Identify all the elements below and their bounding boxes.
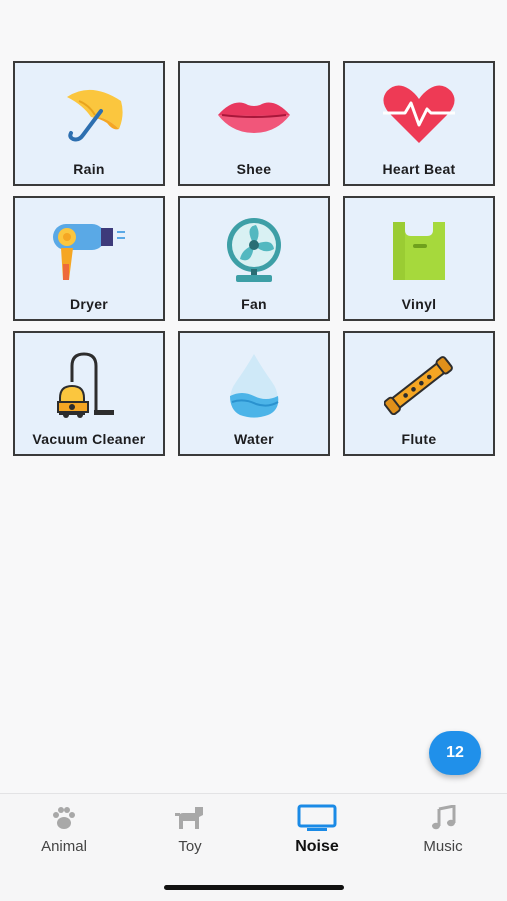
music-note-icon (393, 804, 493, 832)
toy-dog-icon (140, 804, 240, 832)
sound-tile-fan[interactable]: Fan (178, 196, 330, 321)
sound-tile-shee[interactable]: Shee (178, 61, 330, 186)
sound-tile-water[interactable]: Water (178, 331, 330, 456)
tab-music[interactable]: Music (393, 804, 493, 864)
home-indicator (164, 885, 344, 890)
tv-icon (267, 804, 367, 832)
sound-grid: Rain Shee Heart Beat Dryer Fan Vinyl Vac… (13, 61, 495, 456)
count-badge-label: 12 (446, 744, 464, 761)
sound-label: Flute (401, 431, 437, 447)
plastic-bag-icon (377, 216, 461, 284)
sound-tile-flute[interactable]: Flute (343, 331, 495, 456)
sound-label: Rain (73, 161, 105, 177)
heartbeat-icon (377, 81, 461, 149)
sound-label: Fan (241, 296, 267, 312)
sound-label: Water (234, 431, 274, 447)
umbrella-icon (47, 81, 131, 149)
sound-tile-rain[interactable]: Rain (13, 61, 165, 186)
tab-toy[interactable]: Toy (140, 804, 240, 864)
tab-animal[interactable]: Animal (14, 804, 114, 864)
count-badge-button[interactable]: 12 (429, 731, 481, 775)
flute-icon (377, 351, 461, 419)
sound-label: Vinyl (401, 296, 437, 312)
lips-icon (212, 81, 296, 149)
sound-tile-dryer[interactable]: Dryer (13, 196, 165, 321)
water-drop-icon (212, 351, 296, 419)
tab-label: Noise (295, 838, 339, 855)
tab-label: Animal (41, 838, 87, 855)
tab-label: Toy (178, 838, 202, 855)
sound-label: Shee (236, 161, 272, 177)
fan-icon (212, 216, 296, 284)
sound-label: Vacuum Cleaner (32, 431, 146, 447)
hair-dryer-icon (47, 216, 131, 284)
sound-tile-vinyl[interactable]: Vinyl (343, 196, 495, 321)
tab-noise[interactable]: Noise (267, 804, 367, 864)
vacuum-cleaner-icon (47, 351, 131, 419)
sound-label: Dryer (69, 296, 109, 312)
tab-label: Music (423, 838, 463, 855)
paw-icon (14, 804, 114, 832)
sound-tile-vacuum-cleaner[interactable]: Vacuum Cleaner (13, 331, 165, 456)
sound-label: Heart Beat (382, 161, 456, 177)
sound-tile-heart-beat[interactable]: Heart Beat (343, 61, 495, 186)
